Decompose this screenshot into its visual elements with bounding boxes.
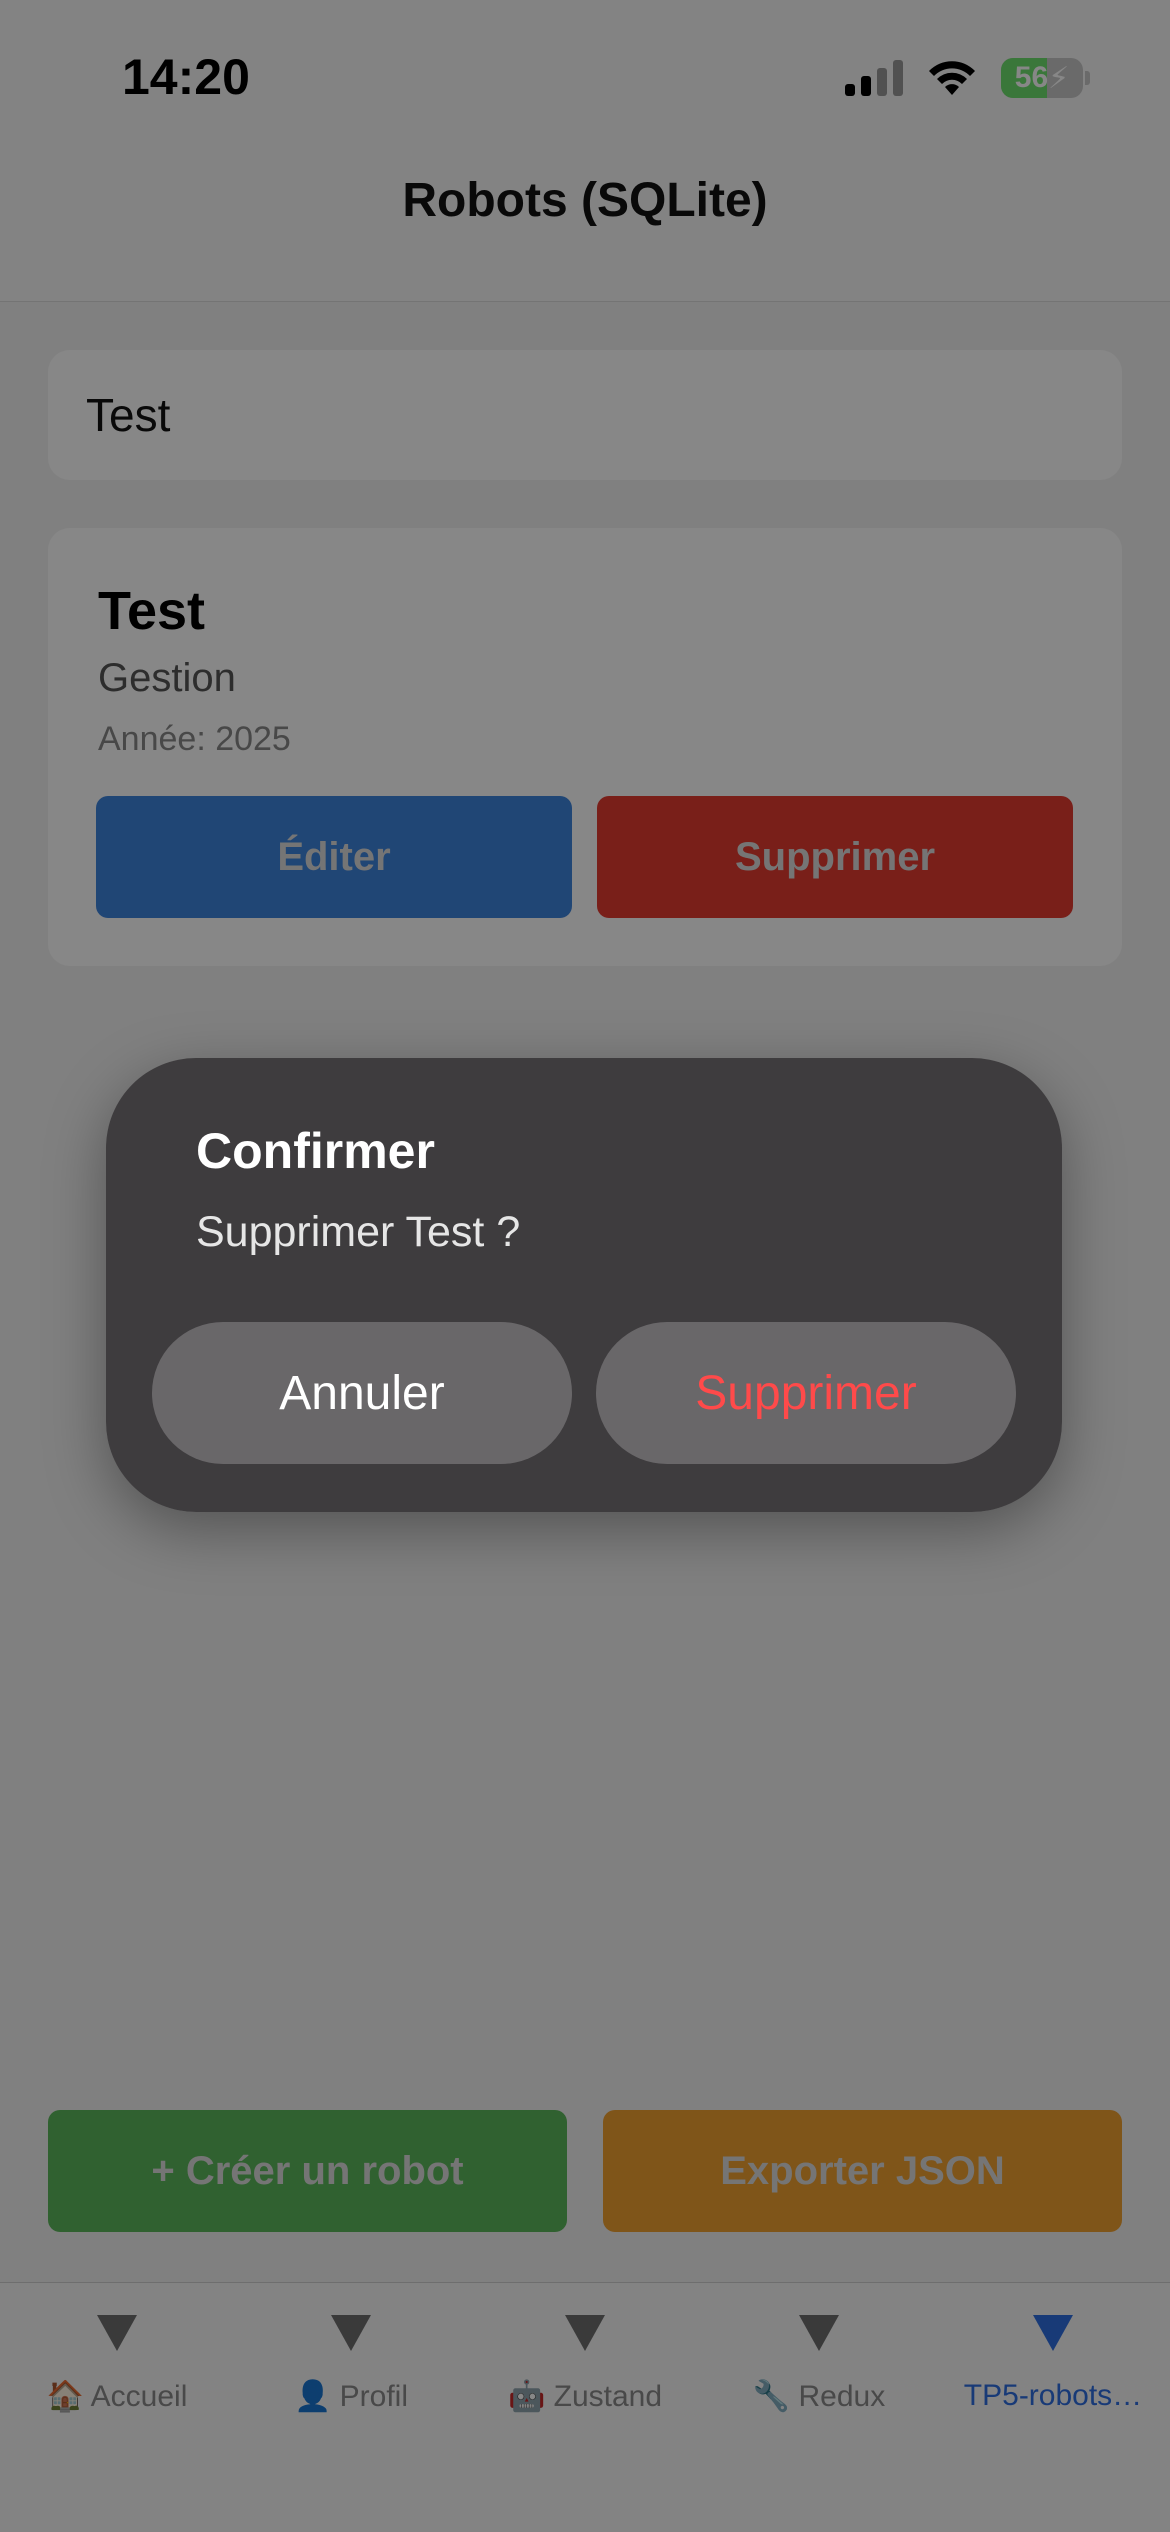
confirm-dialog: Confirmer Supprimer Test ? Annuler Suppr… bbox=[106, 1058, 1062, 1512]
dialog-message: Supprimer Test ? bbox=[196, 1208, 521, 1256]
dialog-title: Confirmer bbox=[196, 1123, 435, 1179]
cancel-button[interactable]: Annuler bbox=[152, 1322, 572, 1464]
confirm-delete-button[interactable]: Supprimer bbox=[596, 1322, 1016, 1464]
